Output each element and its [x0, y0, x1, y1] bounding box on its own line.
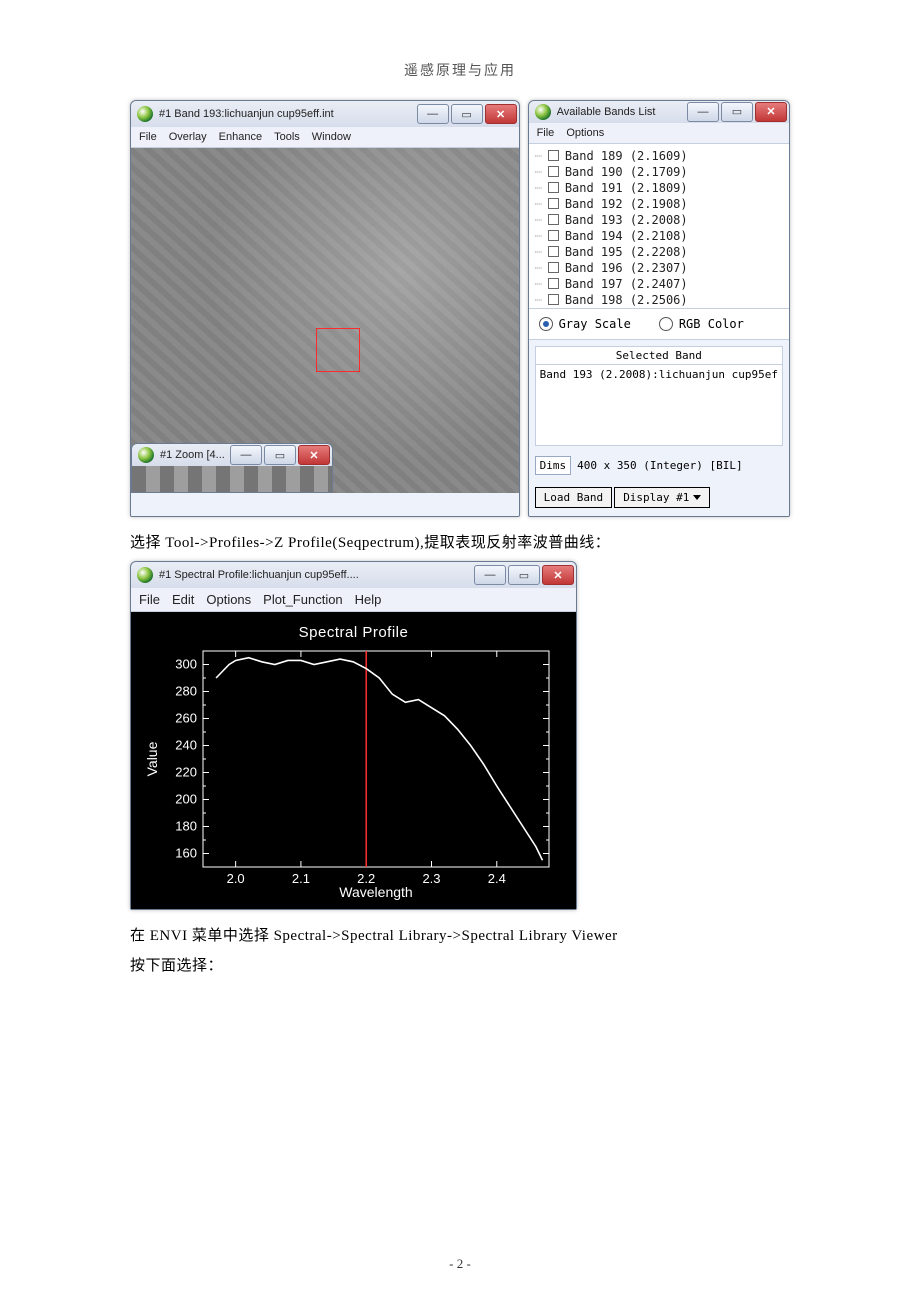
menu-window[interactable]: Window [312, 131, 351, 143]
spectral-title-text: #1 Spectral Profile:lichuanjun cup95eff.… [159, 569, 474, 581]
list-item[interactable]: ┈Band 194 (2.2108) [535, 228, 783, 244]
maximize-button[interactable]: ▭ [721, 102, 753, 122]
bands-titlebar[interactable]: Available Bands List — ▭ ✕ [529, 101, 789, 123]
envi-icon [137, 567, 153, 583]
load-row: Load Band Display #1 [529, 479, 789, 516]
load-band-button[interactable]: Load Band [535, 487, 613, 508]
list-item[interactable]: ┈Band 190 (2.1709) [535, 164, 783, 180]
radio-icon [539, 317, 553, 331]
svg-text:220: 220 [175, 765, 197, 780]
spectral-plot[interactable]: 1601802002202402602803002.02.12.22.32.4W… [141, 643, 561, 903]
display-mode-radios: Gray Scale RGB Color [529, 309, 789, 340]
svg-text:Value: Value [144, 741, 160, 776]
zoom-titlebar[interactable]: #1 Zoom [4... — ▭ ✕ [132, 444, 332, 466]
spectral-window: #1 Spectral Profile:lichuanjun cup95eff.… [130, 561, 577, 910]
spectral-menu: File Edit Options Plot_Function Help [131, 588, 576, 612]
list-item[interactable]: ┈Band 197 (2.2407) [535, 276, 783, 292]
display-window: #1 Band 193:lichuanjun cup95eff.int — ▭ … [130, 100, 520, 517]
menu-tools[interactable]: Tools [274, 131, 300, 143]
svg-text:2.0: 2.0 [227, 871, 245, 886]
list-item[interactable]: ┈Band 191 (2.1809) [535, 180, 783, 196]
menu-options[interactable]: Options [206, 592, 251, 607]
minimize-button[interactable]: — [687, 102, 719, 122]
bands-window: Available Bands List — ▭ ✕ File Options … [528, 100, 790, 517]
close-button[interactable]: ✕ [542, 565, 574, 585]
list-item[interactable]: ┈Band 192 (2.1908) [535, 196, 783, 212]
minimize-button[interactable]: — [474, 565, 506, 585]
dims-value: 400 x 350 (Integer) [BIL] [577, 459, 743, 472]
maximize-button[interactable]: ▭ [451, 104, 483, 124]
dims-row: Dims 400 x 350 (Integer) [BIL] [529, 452, 789, 479]
bands-title-text: Available Bands List [557, 106, 687, 118]
plot-title: Spectral Profile [141, 624, 566, 641]
selected-band-value: Band 193 (2.2008):lichuanjun cup95ef [536, 365, 782, 445]
svg-text:160: 160 [175, 846, 197, 861]
chevron-down-icon [693, 495, 701, 500]
svg-text:300: 300 [175, 657, 197, 672]
close-button[interactable]: ✕ [485, 104, 517, 124]
bands-tree[interactable]: ┈Band 189 (2.1609) ┈Band 190 (2.1709) ┈B… [529, 144, 789, 309]
paragraph: 选择 Tool->Profiles->Z Profile(Seqpectrum)… [130, 531, 790, 555]
svg-text:2.3: 2.3 [422, 871, 440, 886]
figure-top: #1 Band 193:lichuanjun cup95eff.int — ▭ … [130, 100, 790, 515]
close-button[interactable]: ✕ [755, 102, 787, 122]
envi-icon [535, 104, 551, 120]
spectral-plot-area[interactable]: Spectral Profile 160 180 200 220 240 260 280 30… [131, 612, 576, 909]
maximize-button[interactable]: ▭ [508, 565, 540, 585]
envi-icon [138, 447, 154, 463]
svg-text:2.1: 2.1 [292, 871, 310, 886]
gray-scale-label: Gray Scale [559, 317, 631, 331]
list-item[interactable]: ┈Band 196 (2.2307) [535, 260, 783, 276]
list-item[interactable]: ┈Band 199 (2.2606) [535, 308, 783, 309]
radio-icon [659, 317, 673, 331]
zoom-title-text: #1 Zoom [4... [160, 449, 230, 461]
display-menu: File Overlay Enhance Tools Window [131, 127, 519, 148]
zoom-window: #1 Zoom [4... — ▭ ✕ [131, 443, 333, 493]
display-image[interactable]: #1 Zoom [4... — ▭ ✕ [131, 148, 519, 493]
svg-text:260: 260 [175, 711, 197, 726]
menu-file[interactable]: File [537, 127, 555, 139]
rgb-color-label: RGB Color [679, 317, 744, 331]
menu-help[interactable]: Help [355, 592, 382, 607]
menu-edit[interactable]: Edit [172, 592, 194, 607]
envi-icon [137, 106, 153, 122]
close-button[interactable]: ✕ [298, 445, 330, 465]
rgb-color-radio[interactable]: RGB Color [659, 317, 744, 331]
selected-band-box: Selected Band Band 193 (2.2008):lichuanj… [535, 346, 783, 446]
selected-band-title: Selected Band [536, 347, 782, 365]
menu-overlay[interactable]: Overlay [169, 131, 207, 143]
minimize-button[interactable]: — [230, 445, 262, 465]
list-item[interactable]: ┈Band 195 (2.2208) [535, 244, 783, 260]
display-titlebar[interactable]: #1 Band 193:lichuanjun cup95eff.int — ▭ … [131, 101, 519, 127]
display-select-label: Display #1 [623, 491, 689, 504]
page-number: - 2 - [0, 1256, 920, 1272]
list-item[interactable]: ┈Band 198 (2.2506) [535, 292, 783, 308]
svg-text:240: 240 [175, 738, 197, 753]
maximize-button[interactable]: ▭ [264, 445, 296, 465]
bands-menu: File Options [529, 123, 789, 144]
menu-enhance[interactable]: Enhance [219, 131, 262, 143]
dims-label: Dims [535, 456, 572, 475]
list-item[interactable]: ┈Band 189 (2.1609) [535, 148, 783, 164]
menu-plotfunc[interactable]: Plot_Function [263, 592, 343, 607]
display-title-text: #1 Band 193:lichuanjun cup95eff.int [159, 108, 417, 120]
list-item[interactable]: ┈Band 193 (2.2008) [535, 212, 783, 228]
paragraph: 在 ENVI 菜单中选择 Spectral->Spectral Library-… [130, 924, 790, 948]
doc-title: 遥感原理与应用 [130, 60, 790, 80]
svg-text:280: 280 [175, 684, 197, 699]
roi-rectangle[interactable] [316, 328, 360, 372]
spectral-titlebar[interactable]: #1 Spectral Profile:lichuanjun cup95eff.… [131, 562, 576, 588]
zoom-image[interactable] [132, 466, 332, 492]
menu-options[interactable]: Options [566, 127, 604, 139]
menu-file[interactable]: File [139, 131, 157, 143]
svg-text:180: 180 [175, 819, 197, 834]
minimize-button[interactable]: — [417, 104, 449, 124]
display-select-button[interactable]: Display #1 [614, 487, 710, 508]
svg-text:200: 200 [175, 792, 197, 807]
svg-text:Wavelength: Wavelength [339, 884, 412, 900]
svg-text:2.4: 2.4 [488, 871, 506, 886]
gray-scale-radio[interactable]: Gray Scale [539, 317, 631, 331]
menu-file[interactable]: File [139, 592, 160, 607]
paragraph: 按下面选择： [130, 954, 790, 978]
